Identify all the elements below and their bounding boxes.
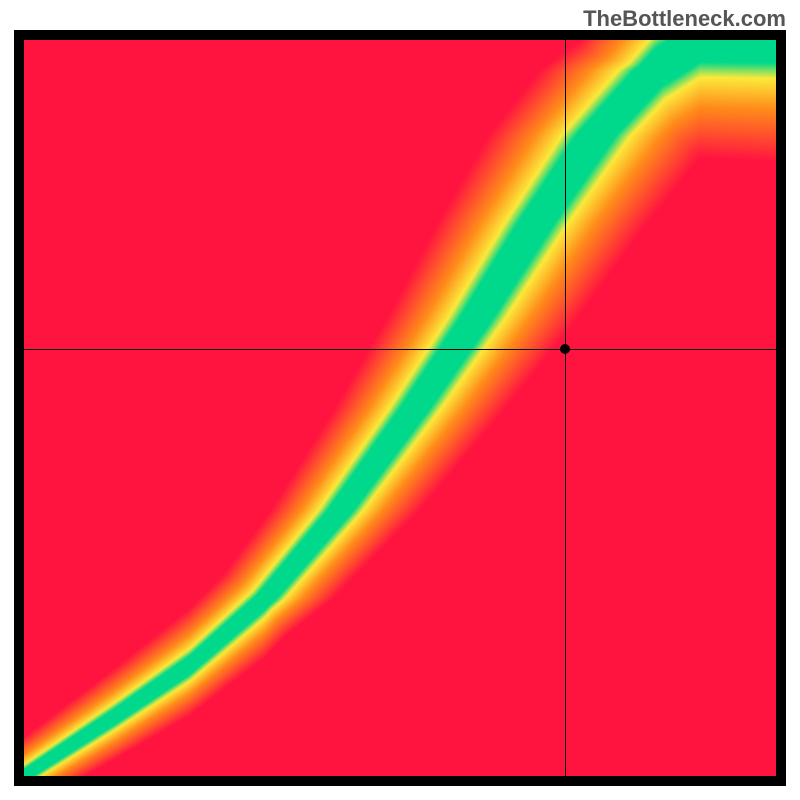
heatmap-canvas bbox=[24, 40, 776, 776]
heatmap-plot bbox=[24, 40, 776, 776]
watermark-text: TheBottleneck.com bbox=[583, 6, 786, 32]
chart-frame bbox=[14, 30, 786, 786]
